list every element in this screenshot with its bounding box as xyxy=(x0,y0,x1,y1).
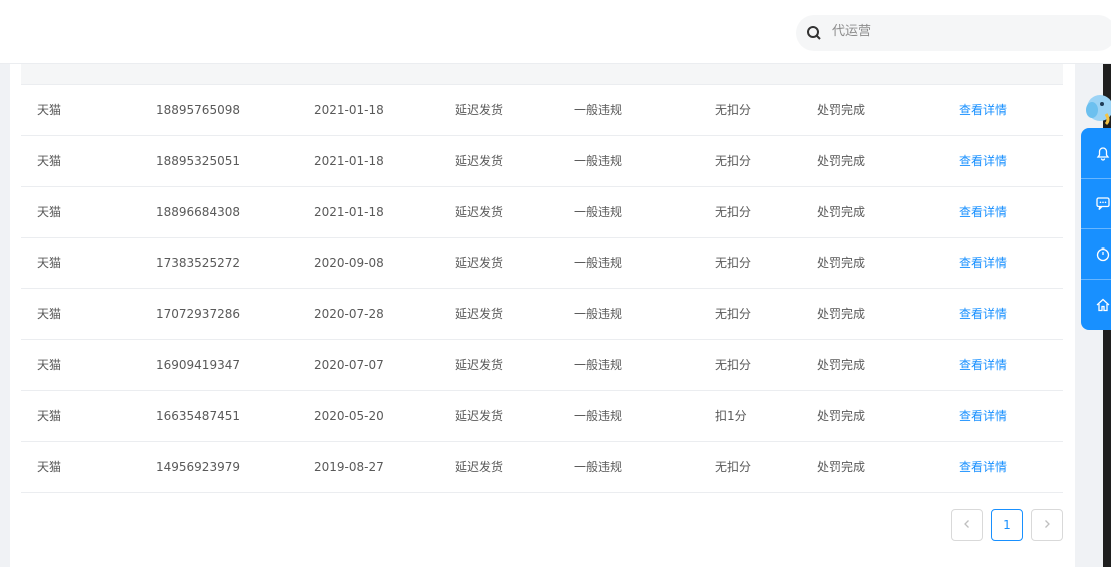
pagination-prev-button[interactable] xyxy=(951,509,983,541)
cell-status: 处罚完成 xyxy=(817,256,866,270)
view-details-link[interactable]: 查看详情 xyxy=(959,391,1007,441)
table-row: 天猫 14956923979 2019-08-27 延迟发货 一般违规 无扣分 处罚完成 查看… xyxy=(21,442,1063,493)
cell-violation-level: 一般违规 xyxy=(574,205,623,219)
pagination: 1 xyxy=(951,509,1063,541)
cell-platform: 天猫 xyxy=(37,256,62,270)
float-toolbar xyxy=(1081,128,1111,330)
view-details-link[interactable]: 查看详情 xyxy=(959,85,1007,135)
cell-violation-type: 延迟发货 xyxy=(455,307,504,321)
cell-platform: 天猫 xyxy=(37,307,62,321)
cell-order-id: 17383525272 xyxy=(156,256,240,270)
cell-platform: 天猫 xyxy=(37,460,62,474)
cell-status: 处罚完成 xyxy=(817,307,866,321)
cell-deduction: 无扣分 xyxy=(715,358,752,372)
cell-deduction: 无扣分 xyxy=(715,154,752,168)
pagination-page-1[interactable]: 1 xyxy=(991,509,1023,541)
cell-status: 处罚完成 xyxy=(817,358,866,372)
cell-order-id: 17072937286 xyxy=(156,307,240,321)
cell-violation-level: 一般违规 xyxy=(574,103,623,117)
cell-platform: 天猫 xyxy=(37,409,62,423)
table-row: 天猫 16635487451 2020-05-20 延迟发货 一般违规 扣1分 处罚完成 查看… xyxy=(21,391,1063,442)
table-body: 天猫 18895765098 2021-01-18 延迟发货 一般违规 无扣分 处罚完成 查看… xyxy=(21,85,1063,493)
table-row: 天猫 16909419347 2020-07-07 延迟发货 一般违规 无扣分 处罚完成 查看… xyxy=(21,340,1063,391)
cell-status: 处罚完成 xyxy=(817,154,866,168)
search-icon xyxy=(806,25,822,41)
search-box[interactable]: 代运营 xyxy=(796,15,1111,51)
float-home-button[interactable] xyxy=(1081,280,1111,331)
cell-order-id: 18896684308 xyxy=(156,205,240,219)
table-row: 天猫 17383525272 2020-09-08 延迟发货 一般违规 无扣分 处罚完成 查看… xyxy=(21,238,1063,289)
chevron-left-icon xyxy=(962,518,972,532)
cell-date: 2021-01-18 xyxy=(314,103,384,117)
mascot-icon[interactable] xyxy=(1080,90,1111,128)
cell-violation-type: 延迟发货 xyxy=(455,205,504,219)
cell-violation-type: 延迟发货 xyxy=(455,460,504,474)
cell-violation-level: 一般违规 xyxy=(574,409,623,423)
cell-violation-type: 延迟发货 xyxy=(455,358,504,372)
cell-platform: 天猫 xyxy=(37,154,62,168)
cell-deduction: 扣1分 xyxy=(715,409,747,423)
chevron-right-icon xyxy=(1042,518,1052,532)
timer-icon xyxy=(1095,246,1111,262)
cell-status: 处罚完成 xyxy=(817,409,866,423)
cell-status: 处罚完成 xyxy=(817,205,866,219)
cell-order-id: 18895325051 xyxy=(156,154,240,168)
table-row: 天猫 18895325051 2021-01-18 延迟发货 一般违规 无扣分 处罚完成 查看… xyxy=(21,136,1063,187)
cell-date: 2020-05-20 xyxy=(314,409,384,423)
cell-platform: 天猫 xyxy=(37,205,62,219)
cell-violation-type: 延迟发货 xyxy=(455,409,504,423)
cell-date: 2021-01-18 xyxy=(314,154,384,168)
table-row: 天猫 18896684308 2021-01-18 延迟发货 一般违规 无扣分 处罚完成 查看… xyxy=(21,187,1063,238)
cell-date: 2020-09-08 xyxy=(314,256,384,270)
bell-icon xyxy=(1095,145,1111,161)
cell-platform: 天猫 xyxy=(37,358,62,372)
chat-icon xyxy=(1095,195,1111,211)
cell-deduction: 无扣分 xyxy=(715,307,752,321)
view-details-link[interactable]: 查看详情 xyxy=(959,238,1007,288)
float-bell-button[interactable] xyxy=(1081,128,1111,179)
cell-violation-type: 延迟发货 xyxy=(455,154,504,168)
cell-platform: 天猫 xyxy=(37,103,62,117)
float-timer-button[interactable] xyxy=(1081,229,1111,280)
cell-violation-type: 延迟发货 xyxy=(455,256,504,270)
view-details-link[interactable]: 查看详情 xyxy=(959,136,1007,186)
cell-violation-level: 一般违规 xyxy=(574,256,623,270)
cell-deduction: 无扣分 xyxy=(715,460,752,474)
cell-violation-level: 一般违规 xyxy=(574,358,623,372)
float-chat-button[interactable] xyxy=(1081,179,1111,229)
view-details-link[interactable]: 查看详情 xyxy=(959,442,1007,492)
cell-deduction: 无扣分 xyxy=(715,205,752,219)
cell-date: 2020-07-07 xyxy=(314,358,384,372)
cell-order-id: 16909419347 xyxy=(156,358,240,372)
cell-order-id: 18895765098 xyxy=(156,103,240,117)
table-header xyxy=(21,64,1063,85)
cell-violation-level: 一般违规 xyxy=(574,307,623,321)
cell-date: 2019-08-27 xyxy=(314,460,384,474)
cell-date: 2021-01-18 xyxy=(314,205,384,219)
violation-table-card: 天猫 18895765098 2021-01-18 延迟发货 一般违规 无扣分 处罚完成 查看… xyxy=(10,64,1075,567)
cell-violation-level: 一般违规 xyxy=(574,460,623,474)
top-bar: 代运营 xyxy=(0,0,1111,64)
cell-violation-type: 延迟发货 xyxy=(455,103,504,117)
cell-violation-level: 一般违规 xyxy=(574,154,623,168)
cell-deduction: 无扣分 xyxy=(715,256,752,270)
home-icon xyxy=(1095,297,1111,313)
table-row: 天猫 17072937286 2020-07-28 延迟发货 一般违规 无扣分 处罚完成 查看… xyxy=(21,289,1063,340)
pagination-next-button[interactable] xyxy=(1031,509,1063,541)
search-input[interactable]: 代运营 xyxy=(832,15,871,49)
view-details-link[interactable]: 查看详情 xyxy=(959,289,1007,339)
view-details-link[interactable]: 查看详情 xyxy=(959,340,1007,390)
cell-status: 处罚完成 xyxy=(817,460,866,474)
cell-status: 处罚完成 xyxy=(817,103,866,117)
cell-deduction: 无扣分 xyxy=(715,103,752,117)
table-row: 天猫 18895765098 2021-01-18 延迟发货 一般违规 无扣分 处罚完成 查看… xyxy=(21,85,1063,136)
cell-date: 2020-07-28 xyxy=(314,307,384,321)
cell-order-id: 14956923979 xyxy=(156,460,240,474)
cell-order-id: 16635487451 xyxy=(156,409,240,423)
view-details-link[interactable]: 查看详情 xyxy=(959,187,1007,237)
